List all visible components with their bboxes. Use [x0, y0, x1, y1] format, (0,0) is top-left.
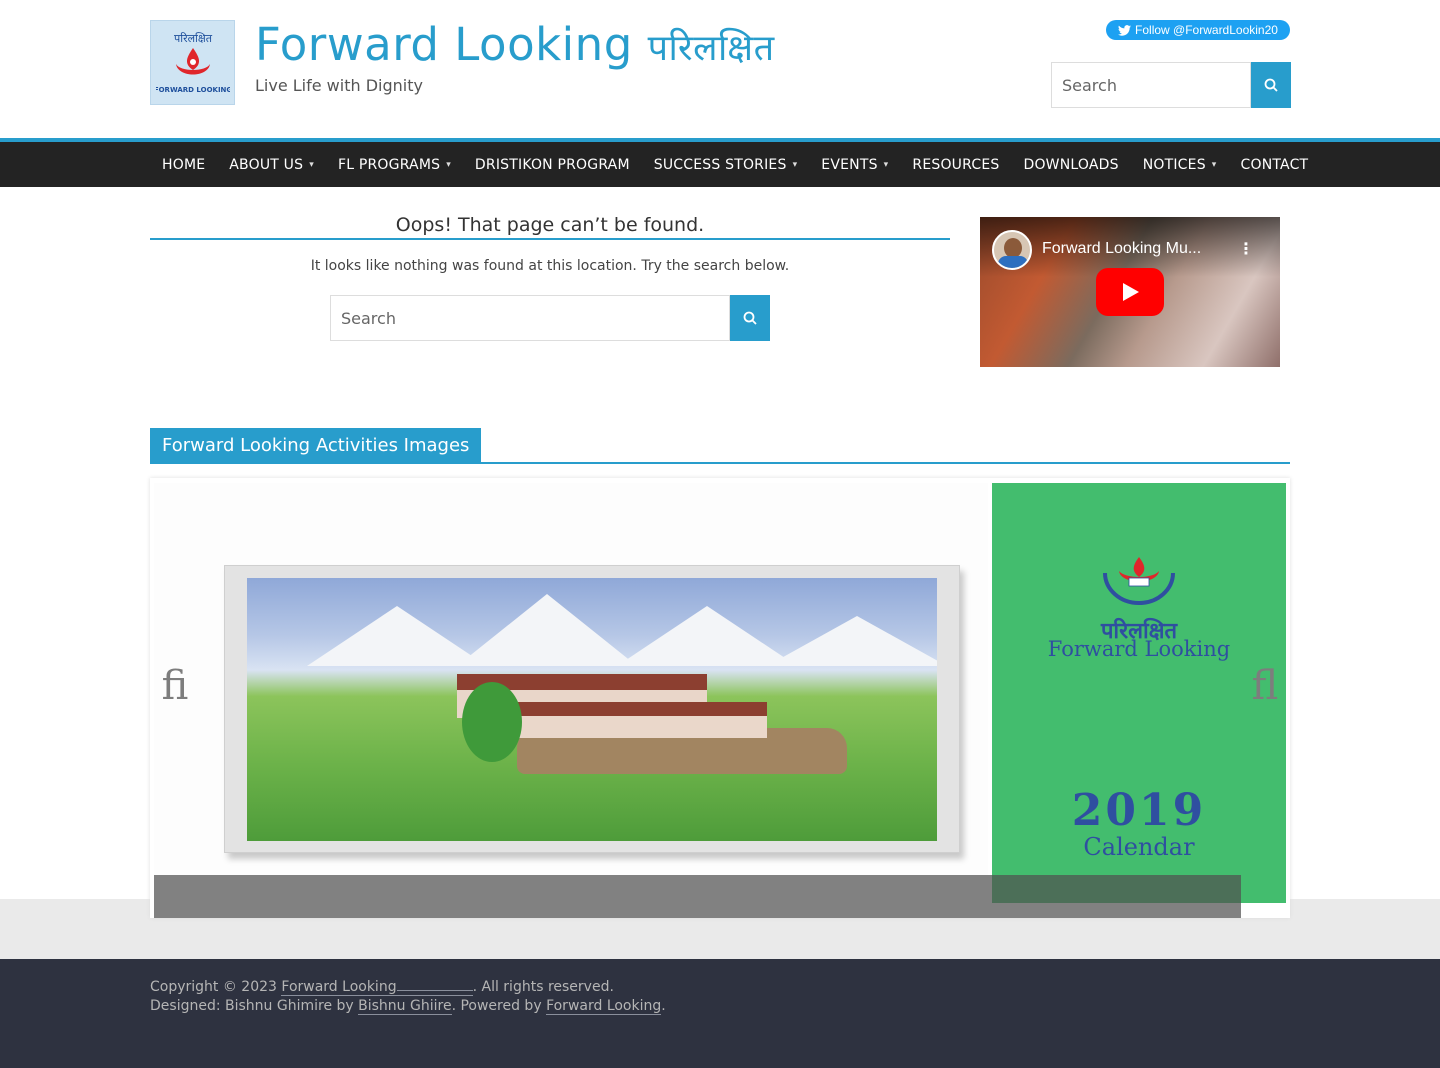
nav-item-label: DRISTIKON PROGRAM	[474, 156, 630, 173]
nav-item-label: ABOUT US	[229, 156, 304, 173]
avatar-shirt	[998, 256, 1028, 268]
avatar-face	[1004, 238, 1022, 258]
nav-item-label: CONTACT	[1240, 156, 1309, 173]
site-header: परिलक्षित FORWARD LOOKING Forward Lookin…	[0, 0, 1440, 138]
svg-text:FORWARD LOOKING: FORWARD LOOKING	[156, 86, 230, 94]
channel-avatar[interactable]	[992, 230, 1032, 270]
twitter-bird-icon	[1118, 24, 1132, 36]
activities-heading: Forward Looking Activities Images	[150, 428, 482, 462]
slide-caption-bar	[154, 875, 1241, 918]
header-search: Search	[1051, 62, 1291, 108]
calendar-logo	[1091, 551, 1187, 607]
tree	[462, 682, 522, 762]
video-play-button[interactable]	[1096, 268, 1164, 316]
header-search-button[interactable]	[1251, 62, 1291, 108]
school-building	[497, 702, 767, 738]
nav-item-fl-programs[interactable]: FL PROGRAMS ▾	[326, 142, 463, 187]
nav-item-success-stories[interactable]: SUCCESS STORIES ▾	[642, 142, 810, 187]
footer-period: .	[661, 998, 666, 1014]
activities-divider	[150, 462, 1290, 464]
footer-link-underline	[396, 979, 473, 991]
nav-item-contact[interactable]: CONTACT	[1229, 142, 1321, 187]
activities-image-slider: परिलक्षित Forward Looking 2019 Calendar …	[150, 478, 1290, 918]
nav-item-label: NOTICES	[1142, 156, 1206, 173]
nav-item-label: HOME	[162, 156, 206, 173]
site-footer: Copyright © 2023 Forward Looking . All ri…	[0, 959, 1440, 1068]
mountain-peak	[457, 594, 637, 666]
site-title-english[interactable]: Forward Looking	[255, 18, 633, 71]
calendar-brand: Forward Looking	[1047, 637, 1231, 661]
powered-by-text: . Powered by	[451, 998, 542, 1014]
nav-item-events[interactable]: EVENTS ▾	[809, 142, 900, 187]
powered-by-link[interactable]: Forward Looking	[546, 998, 662, 1015]
content-search: Search	[330, 295, 770, 341]
dropdown-caret-icon: ▾	[883, 159, 889, 170]
nav-item-label: FL PROGRAMS	[337, 156, 441, 173]
page-title: Oops! That page can’t be found.	[395, 214, 705, 236]
site-title-nepali[interactable]: परिलक्षित	[648, 28, 775, 69]
header-search-input[interactable]: Search	[1051, 62, 1251, 108]
content-search-input[interactable]: Search	[330, 295, 730, 341]
nav-item-downloads[interactable]: DOWNLOADS	[1011, 142, 1130, 187]
svg-text:परिलक्षित: परिलक्षित	[173, 32, 212, 45]
dropdown-caret-icon: ▾	[446, 159, 451, 170]
calendar-year: 2019	[1071, 785, 1207, 836]
slider-next-arrow[interactable]: ﬂ	[1248, 663, 1282, 709]
main-navigation: HOME ABOUT US ▾ FL PROGRAMS ▾ DRISTIKON PROGR…	[0, 138, 1440, 187]
designed-by-text: Designed: Bishnu Ghimire by	[150, 998, 354, 1014]
copyright-text: Copyright © 2023	[150, 979, 277, 995]
video-title[interactable]: Forward Looking Mu...	[1042, 240, 1201, 258]
forward-looking-logo-icon: परिलक्षित FORWARD LOOKING	[156, 32, 230, 94]
nav-item-notices[interactable]: NOTICES ▾	[1131, 142, 1229, 187]
footer-site-link[interactable]: Forward Looking	[281, 979, 473, 996]
not-found-message: It looks like nothing was found at this …	[310, 258, 790, 274]
nav-item-label: RESOURCES	[912, 156, 1000, 173]
site-tagline: Live Life with Dignity	[255, 76, 423, 95]
nav-item-label: DOWNLOADS	[1023, 156, 1119, 173]
play-icon	[1123, 283, 1139, 301]
slide-painting[interactable]	[154, 483, 988, 903]
nav-item-about-us[interactable]: ABOUT US ▾	[217, 142, 326, 187]
painting-frame	[224, 565, 960, 853]
nav-item-label: EVENTS	[821, 156, 878, 173]
dropdown-caret-icon: ▾	[309, 159, 314, 170]
designer-link[interactable]: Bishnu Ghiire	[358, 998, 452, 1015]
footer-copyright: Copyright © 2023 Forward Looking . All ri…	[150, 979, 614, 996]
slide-calendar-2019[interactable]: परिलक्षित Forward Looking 2019 Calendar	[992, 483, 1286, 903]
search-icon	[1264, 78, 1278, 92]
content-search-button[interactable]	[730, 295, 770, 341]
nav-item-label: SUCCESS STORIES	[653, 156, 787, 173]
twitter-follow-button[interactable]: Follow @ForwardLookin20	[1106, 20, 1290, 40]
slider-prev-arrow[interactable]: ﬁ	[158, 663, 192, 709]
dropdown-caret-icon: ▾	[1211, 159, 1217, 170]
nav-menu: HOME ABOUT US ▾ FL PROGRAMS ▾ DRISTIKON PROGR…	[150, 142, 1320, 187]
school-painting-image	[247, 578, 937, 841]
site-logo[interactable]: परिलक्षित FORWARD LOOKING	[150, 20, 235, 105]
mountain-peak	[767, 616, 937, 666]
rights-text: . All rights reserved.	[472, 979, 614, 995]
search-icon	[743, 311, 757, 325]
title-divider	[150, 238, 950, 240]
footer-site-link-label: Forward Looking	[281, 979, 397, 995]
more-options-icon[interactable]: ⋮	[1238, 239, 1254, 258]
twitter-follow-label: Follow @ForwardLookin20	[1135, 23, 1278, 37]
youtube-video-embed[interactable]: Forward Looking Mu... ⋮	[980, 217, 1280, 367]
nav-item-home[interactable]: HOME	[150, 142, 217, 187]
footer-credits: Designed: Bishnu Ghimire by Bishnu Ghiir…	[150, 998, 666, 1015]
forward-looking-logo-icon	[1103, 557, 1175, 605]
nav-item-dristikon-program[interactable]: DRISTIKON PROGRAM	[463, 142, 642, 187]
nav-item-resources[interactable]: RESOURCES	[900, 142, 1011, 187]
site-title[interactable]: Forward Looking परिलक्षित	[255, 18, 775, 71]
dropdown-caret-icon: ▾	[792, 159, 798, 170]
calendar-label: Calendar	[1083, 833, 1195, 861]
